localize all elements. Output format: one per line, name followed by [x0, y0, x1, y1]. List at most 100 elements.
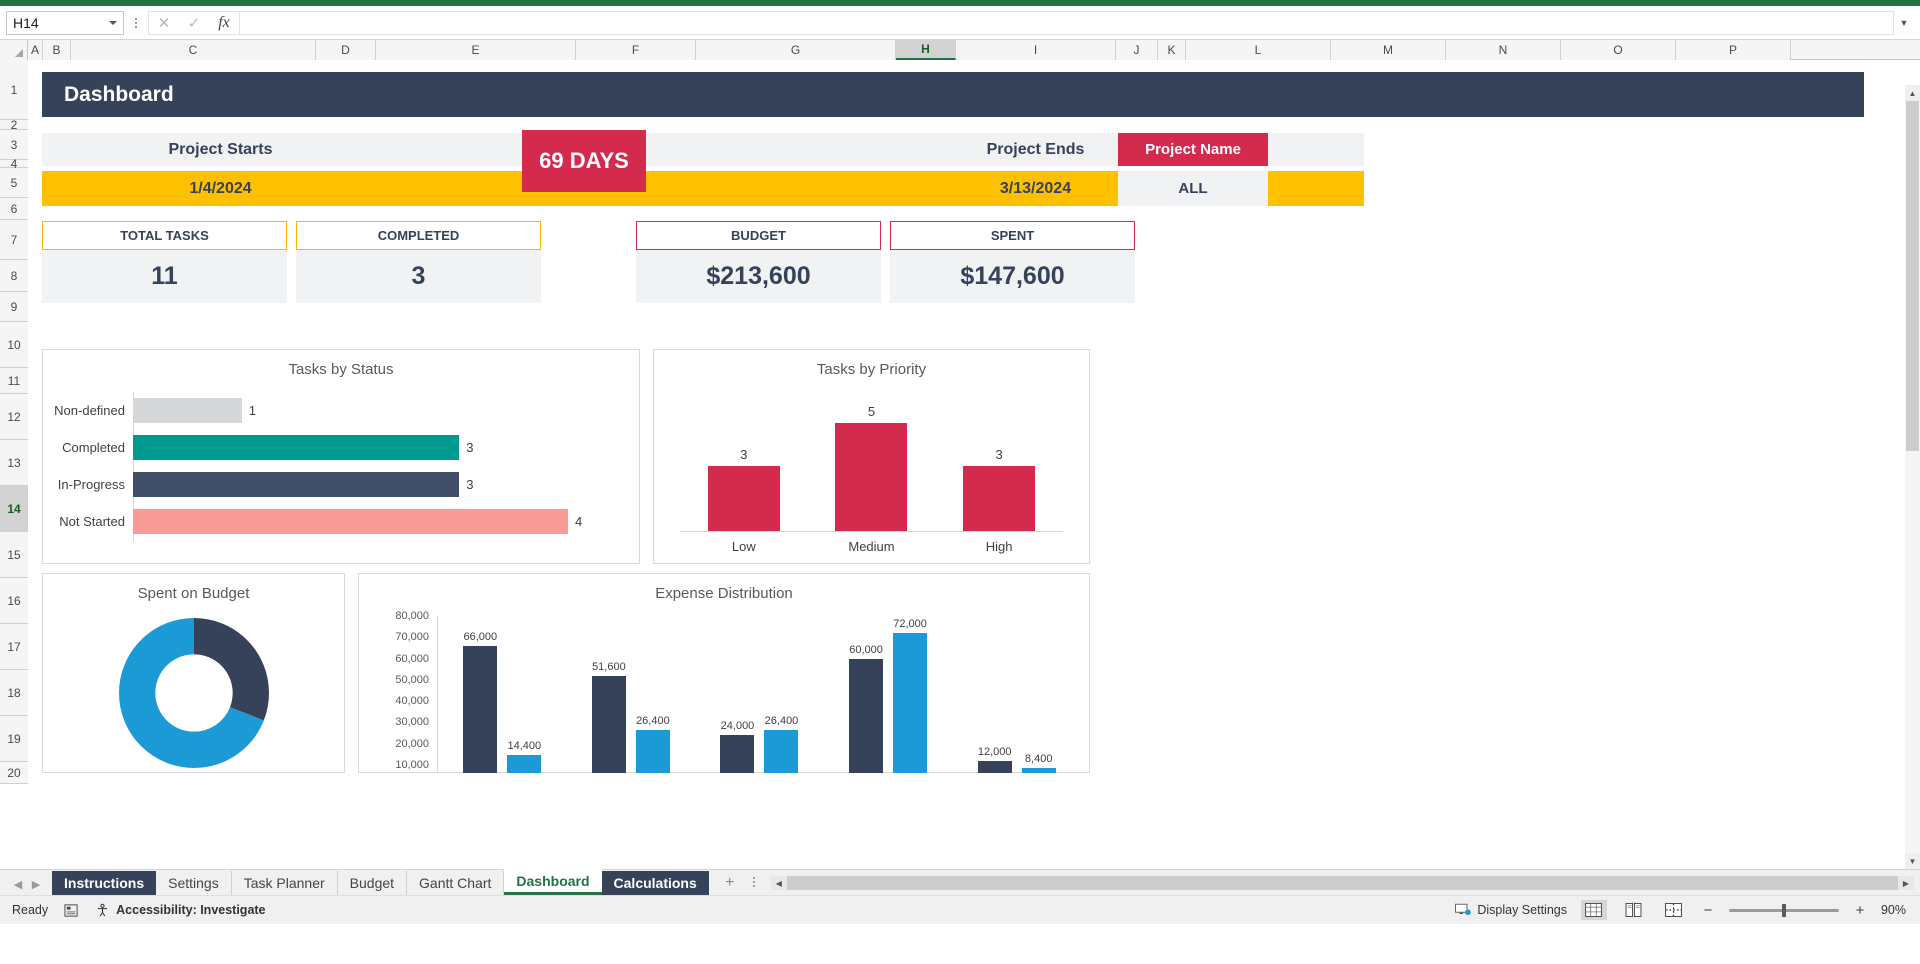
page-layout-view-icon[interactable]: [1621, 900, 1647, 920]
name-box[interactable]: H14: [6, 10, 124, 35]
expense-bar-value: 60,000: [849, 643, 883, 656]
zoom-slider[interactable]: [1728, 903, 1839, 917]
row-header-1[interactable]: 1: [0, 60, 28, 120]
vertical-scroll-thumb[interactable]: [1906, 101, 1919, 451]
vertical-scrollbar[interactable]: ▲ ▼: [1905, 85, 1920, 869]
column-header-L[interactable]: L: [1186, 40, 1331, 60]
sheet-tab-calculations[interactable]: Calculations: [601, 871, 709, 895]
column-header-J[interactable]: J: [1116, 40, 1158, 60]
column-header-H[interactable]: H: [896, 40, 956, 60]
row-header-10[interactable]: 10: [0, 322, 28, 368]
column-header-A[interactable]: A: [28, 40, 43, 60]
sheet-tab-settings[interactable]: Settings: [156, 871, 232, 895]
add-sheet-button[interactable]: +: [717, 871, 743, 895]
project-starts-value: 1/4/2024: [189, 179, 252, 197]
status-category-label: Non-defined: [54, 403, 125, 418]
scroll-down-icon[interactable]: ▼: [1905, 853, 1920, 869]
priority-bar-value: 3: [995, 447, 1003, 463]
horizontal-scroll-thumb[interactable]: [786, 876, 1898, 890]
chevron-down-icon[interactable]: ▼: [1894, 11, 1914, 35]
kpi-card-total-tasks: TOTAL TASKS 11: [42, 221, 287, 303]
select-all-corner[interactable]: [0, 40, 28, 60]
spreadsheet-grid: ABCDEFGHIJKLMNOP 1 2 3 4 5 6 7 8 9 10 11 12 13 14 15 16…: [0, 40, 1920, 924]
close-icon[interactable]: ✕: [149, 12, 179, 34]
display-settings-button[interactable]: Display Settings: [1455, 903, 1567, 917]
column-header-B[interactable]: B: [43, 40, 71, 60]
row-header-18[interactable]: 18: [0, 670, 28, 716]
expense-bar-fill: [591, 676, 626, 773]
check-icon[interactable]: ✓: [179, 12, 209, 34]
scroll-left-icon[interactable]: ◀: [770, 876, 787, 890]
sheet-tab-budget[interactable]: Budget: [338, 871, 408, 895]
row-header-2[interactable]: 2: [0, 118, 28, 132]
vertical-scroll-track[interactable]: [1905, 101, 1920, 853]
project-name-filter[interactable]: ALL: [1118, 171, 1268, 206]
formula-input[interactable]: [239, 10, 1894, 35]
column-header-N[interactable]: N: [1446, 40, 1561, 60]
status-category-label: Not Started: [59, 514, 125, 529]
fx-icon[interactable]: fx: [209, 12, 239, 34]
column-header-D[interactable]: D: [316, 40, 376, 60]
row-header-3[interactable]: 3: [0, 130, 28, 160]
column-header-G[interactable]: G: [696, 40, 896, 60]
row-header-11[interactable]: 11: [0, 368, 28, 394]
chevron-left-icon[interactable]: ◀: [10, 878, 26, 891]
sheet-tab-instructions[interactable]: Instructions: [52, 871, 157, 895]
chevron-right-icon[interactable]: ▶: [28, 878, 44, 891]
column-header-C[interactable]: C: [71, 40, 316, 60]
horizontal-scroll-track[interactable]: [786, 876, 1898, 890]
tab-options-icon[interactable]: [752, 877, 755, 887]
horizontal-scrollbar[interactable]: ◀ ▶: [770, 876, 1914, 890]
zoom-level-label[interactable]: 90%: [1881, 903, 1906, 917]
row-header-5[interactable]: 5: [0, 168, 28, 198]
scroll-right-icon[interactable]: ▶: [1898, 876, 1914, 890]
row-header-15[interactable]: 15: [0, 532, 28, 578]
zoom-in-button[interactable]: +: [1853, 902, 1867, 919]
row-header-4[interactable]: 4: [0, 157, 28, 171]
column-header-P[interactable]: P: [1676, 40, 1791, 60]
accessibility-status[interactable]: Accessibility: Investigate: [95, 903, 266, 918]
page-break-view-icon[interactable]: [1661, 900, 1687, 920]
row-header-20[interactable]: 20: [0, 762, 28, 784]
sheet-tab-task-planner[interactable]: Task Planner: [232, 871, 338, 895]
tasks-by-status-title: Tasks by Status: [288, 361, 394, 378]
kpi-label: TOTAL TASKS: [42, 221, 287, 250]
normal-view-icon[interactable]: [1580, 900, 1607, 920]
zoom-out-button[interactable]: −: [1701, 902, 1715, 919]
expense-bar-item: 24,000: [720, 720, 755, 773]
scroll-up-icon[interactable]: ▲: [1905, 85, 1920, 101]
column-header-E[interactable]: E: [376, 40, 576, 60]
expense-bar-item: 51,600: [591, 661, 626, 773]
kpi-value: 3: [296, 250, 541, 303]
row-header-17[interactable]: 17: [0, 624, 28, 670]
row-header-12[interactable]: 12: [0, 394, 28, 440]
column-header-F[interactable]: F: [576, 40, 696, 60]
column-header-I[interactable]: I: [956, 40, 1116, 60]
row-header-7[interactable]: 7: [0, 220, 28, 260]
formula-bar-more-icon[interactable]: [127, 11, 145, 35]
name-box-value: H14: [13, 14, 39, 31]
column-header-K[interactable]: K: [1158, 40, 1186, 60]
project-name-label: Project Name: [1118, 133, 1268, 166]
tasks-by-priority-title: Tasks by Priority: [816, 361, 927, 378]
row-header-13[interactable]: 13: [0, 440, 28, 486]
row-header-19[interactable]: 19: [0, 716, 28, 762]
status-bar-row: In-Progress 3: [43, 466, 639, 503]
row-header-9[interactable]: 9: [0, 292, 28, 322]
column-header-M[interactable]: M: [1331, 40, 1446, 60]
row-header-6[interactable]: 6: [0, 198, 28, 220]
row-header-8[interactable]: 8: [0, 260, 28, 292]
record-macro-icon[interactable]: [64, 903, 79, 918]
chevron-down-icon[interactable]: [109, 20, 117, 25]
row-header-14[interactable]: 14: [0, 486, 28, 532]
expense-bar-value: 66,000: [463, 630, 498, 643]
sheet-tab-dashboard[interactable]: Dashboard: [504, 869, 602, 895]
column-header-O[interactable]: O: [1561, 40, 1676, 60]
sheet-tab-gantt-chart[interactable]: Gantt Chart: [407, 871, 505, 895]
expense-y-tick: 50,000: [395, 673, 429, 686]
sheet-nav-arrows: ◀ ▶: [0, 878, 52, 895]
zoom-slider-thumb[interactable]: [1781, 903, 1786, 917]
row-header-16[interactable]: 16: [0, 578, 28, 624]
expense-bar-item: 72,000: [893, 618, 928, 773]
status-bar-row: Completed 3: [43, 429, 639, 466]
